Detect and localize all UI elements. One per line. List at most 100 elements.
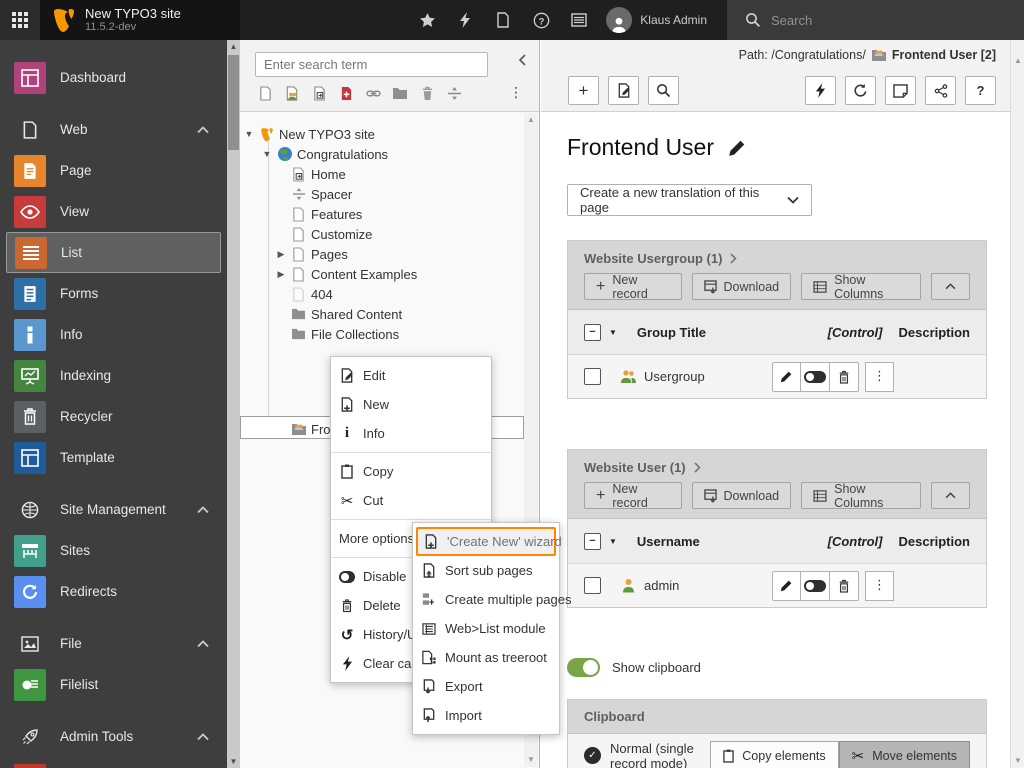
sidebar-item-recycler[interactable]: Recycler bbox=[0, 396, 227, 437]
context-menu-item-copy[interactable]: Copy bbox=[331, 457, 491, 486]
tree-node-spacer[interactable]: Spacer bbox=[290, 184, 352, 204]
tree-node-404[interactable]: 404 bbox=[290, 284, 333, 304]
drag-new-recycler-icon[interactable] bbox=[419, 85, 435, 101]
new-record-button[interactable]: + New record bbox=[584, 482, 682, 510]
record-title[interactable]: admin bbox=[644, 578, 772, 593]
tree-node-label[interactable]: Content Examples bbox=[311, 267, 417, 282]
caret-down-icon[interactable]: ▼ bbox=[609, 328, 617, 337]
drag-new-spacer-icon[interactable] bbox=[446, 85, 462, 101]
reload-button[interactable] bbox=[845, 76, 876, 105]
select-all-checkbox[interactable]: − bbox=[584, 532, 601, 550]
clear-cache-button[interactable] bbox=[805, 76, 836, 105]
show-clipboard-toggle[interactable] bbox=[567, 658, 600, 677]
tree-node-label[interactable]: 404 bbox=[311, 287, 333, 302]
tree-node-customize[interactable]: Customize bbox=[290, 224, 372, 244]
help-button[interactable]: ? bbox=[965, 76, 996, 105]
tree-more-options-icon[interactable]: ⋮ bbox=[509, 85, 523, 101]
drag-new-mountpoint-icon[interactable] bbox=[338, 85, 354, 101]
tree-node-label[interactable]: Home bbox=[311, 167, 346, 182]
system-information-button[interactable] bbox=[562, 0, 596, 40]
submenu-item-create-new-wizard[interactable]: 'Create New' wizard bbox=[416, 527, 562, 556]
tree-node-label[interactable]: Customize bbox=[311, 227, 372, 242]
sidebar-item-page[interactable]: Page bbox=[0, 150, 227, 191]
sidebar-group-file[interactable]: File bbox=[0, 623, 227, 664]
sidebar-item-view[interactable]: View bbox=[0, 191, 227, 232]
scroll-down-icon[interactable]: ▼ bbox=[1011, 754, 1024, 768]
context-menu-item-edit[interactable]: Edit bbox=[331, 361, 491, 390]
scroll-up-icon[interactable]: ▲ bbox=[524, 113, 538, 127]
sidebar-item-info[interactable]: Info bbox=[0, 314, 227, 355]
submenu-item-web-list-module[interactable]: Web>List module bbox=[413, 614, 559, 643]
disable-record-button[interactable] bbox=[801, 361, 830, 392]
submenu-item-mount-as-treeroot[interactable]: Mount as treeroot bbox=[413, 643, 559, 672]
user-menu[interactable]: Klaus Admin bbox=[600, 7, 721, 33]
search-button[interactable] bbox=[648, 76, 679, 105]
sidebar-item-filelist[interactable]: Filelist bbox=[0, 664, 227, 705]
sidebar-item-sites[interactable]: Sites bbox=[0, 530, 227, 571]
drag-new-shortcut-icon[interactable] bbox=[311, 85, 327, 101]
drag-new-external-link-icon[interactable] bbox=[365, 85, 381, 101]
row-checkbox[interactable] bbox=[584, 368, 601, 385]
drag-new-user-section-icon[interactable] bbox=[284, 85, 300, 101]
tree-node-label[interactable]: File Collections bbox=[311, 327, 399, 342]
collapsed-arrow-icon[interactable]: ▶ bbox=[276, 249, 286, 260]
tree-node-label[interactable]: Congratulations bbox=[297, 147, 388, 162]
show-columns-button[interactable]: Show Columns bbox=[801, 273, 922, 301]
new-record-button[interactable]: + New record bbox=[584, 273, 682, 301]
clear-cache-button[interactable] bbox=[448, 0, 482, 40]
edit-record-button[interactable] bbox=[772, 361, 801, 392]
disable-record-button[interactable] bbox=[801, 570, 830, 601]
scroll-down-icon[interactable]: ▼ bbox=[524, 753, 538, 767]
edit-record-button[interactable] bbox=[772, 570, 801, 601]
tree-search-input[interactable] bbox=[255, 52, 488, 77]
sidebar-item-dashboard[interactable]: Dashboard bbox=[0, 57, 227, 98]
tree-node-label[interactable]: New TYPO3 site bbox=[279, 127, 375, 142]
tree-node-label[interactable]: Features bbox=[311, 207, 362, 222]
select-all-checkbox[interactable]: − bbox=[584, 323, 601, 341]
show-columns-button[interactable]: Show Columns bbox=[801, 482, 922, 510]
sidebar-scrollbar[interactable]: ▲ ▼ bbox=[227, 40, 240, 768]
drag-new-folder-icon[interactable] bbox=[392, 85, 408, 101]
open-document-button[interactable] bbox=[486, 0, 520, 40]
collapse-tree-icon[interactable] bbox=[518, 54, 527, 66]
tree-node-content-examples[interactable]: ▶ Content Examples bbox=[276, 264, 418, 284]
tree-node-congratulations[interactable]: ▼ Congratulations bbox=[262, 144, 389, 164]
maintenance-module-icon[interactable] bbox=[14, 764, 46, 768]
delete-record-button[interactable] bbox=[830, 570, 859, 601]
view-webpage-button[interactable] bbox=[885, 76, 916, 105]
collapsed-arrow-icon[interactable]: ▶ bbox=[276, 269, 286, 280]
sidebar-item-list[interactable]: List bbox=[6, 232, 221, 273]
tree-node-label[interactable]: Spacer bbox=[311, 187, 352, 202]
delete-record-button[interactable] bbox=[830, 361, 859, 392]
sidebar-item-forms[interactable]: Forms bbox=[0, 273, 227, 314]
help-button[interactable]: ? bbox=[524, 0, 558, 40]
sidebar-item-redirects[interactable]: Redirects bbox=[0, 571, 227, 612]
tree-node-shared-content[interactable]: Shared Content bbox=[290, 304, 402, 324]
caret-down-icon[interactable]: ▼ bbox=[609, 537, 617, 546]
sidebar-group-site-management[interactable]: Site Management bbox=[0, 489, 227, 530]
context-menu-item-new[interactable]: New bbox=[331, 390, 491, 419]
download-button[interactable]: Download bbox=[691, 273, 792, 300]
tree-node-features[interactable]: Features bbox=[290, 204, 362, 224]
sidebar-group-admin-tools[interactable]: Admin Tools bbox=[0, 716, 227, 757]
tree-node-label[interactable]: Pages bbox=[311, 247, 348, 262]
tree-node-site-root[interactable]: ▼ New TYPO3 site bbox=[244, 124, 375, 144]
context-menu-item-cut[interactable]: ✂ Cut bbox=[331, 486, 491, 515]
sidebar-item-indexing[interactable]: Indexing bbox=[0, 355, 227, 396]
scroll-up-icon[interactable]: ▲ bbox=[1011, 54, 1024, 68]
copy-elements-button[interactable]: Copy elements bbox=[710, 740, 839, 768]
edit-title-icon[interactable] bbox=[728, 138, 747, 157]
submenu-item-import[interactable]: Import bbox=[413, 701, 559, 730]
share-button[interactable] bbox=[925, 76, 956, 105]
topbar-search[interactable] bbox=[727, 0, 1024, 40]
scroll-down-icon[interactable]: ▼ bbox=[227, 755, 240, 768]
row-checkbox[interactable] bbox=[584, 577, 601, 594]
content-scrollbar[interactable]: ▲ ▼ bbox=[1010, 40, 1024, 768]
move-elements-button[interactable]: ✂ Move elements bbox=[838, 740, 970, 768]
tree-node-file-collections[interactable]: File Collections bbox=[290, 324, 399, 344]
scrollbar-thumb[interactable] bbox=[228, 55, 239, 150]
scroll-up-icon[interactable]: ▲ bbox=[227, 40, 240, 53]
new-record-button[interactable]: + bbox=[568, 76, 599, 105]
tree-node-label[interactable]: Shared Content bbox=[311, 307, 402, 322]
search-input[interactable] bbox=[771, 12, 971, 28]
